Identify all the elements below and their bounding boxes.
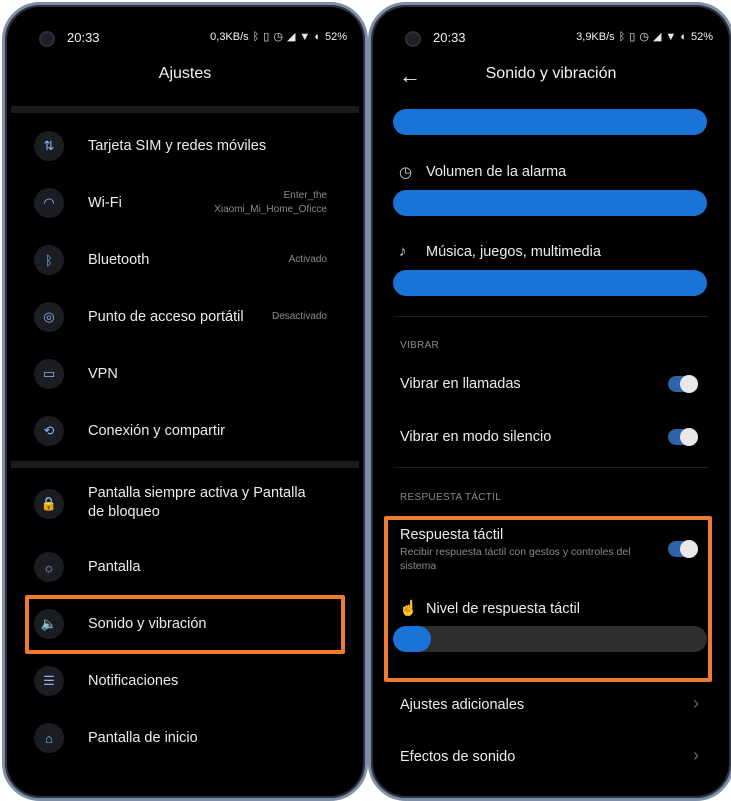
battery-percent: 52% [324,30,347,43]
network-speed: 3,9KB/s [576,30,615,43]
vibrate-silent-label: Vibrar en modo silencio [400,429,552,445]
section-divider [11,106,359,113]
ringtone-volume-slider[interactable] [393,109,707,135]
highlight-box [25,595,345,654]
sim-icon: ⇅ [34,131,64,161]
lock-icon: 🔒 [34,489,64,519]
network-speed: 0,3KB/s [210,30,249,43]
vibrate-section-header: VIBRAR [400,340,440,351]
alarm-volume-slider[interactable] [393,190,707,216]
signal-icon: ◢ [286,31,296,43]
section-divider [11,461,359,468]
settings-phone: 20:33 0,3KB/s ᛒ ▯ ◷ ◢ ▼ ◐ 52% Ajustes ⇅ T… [2,2,368,801]
front-camera [39,31,55,47]
toggle-knob [680,428,698,446]
sound-effects-item[interactable]: Efectos de sonido [400,749,515,765]
page-title: Ajustes [158,65,212,82]
notifications-icon: ☰ [34,666,64,696]
status-time: 20:33 [433,30,466,45]
wifi-icon: ◠ [34,188,64,218]
bluetooth-status-icon: ᛒ [618,30,626,43]
settings-item-label: Pantalla [88,559,141,575]
signal-icon: ◢ [652,31,662,43]
status-bar: 20:33 3,9KB/s ᛒ ▯ ◷ ◢ ▼ ◐ 52% [371,27,731,49]
additional-settings-item[interactable]: Ajustes adicionales [400,697,524,713]
separator [393,316,709,317]
battery-icon: ◐ [680,30,687,43]
settings-item-value: Desactivado [271,311,327,322]
settings-item[interactable]: ◠ Wi-Fi Enter_the Xiaomi_Mi_Home_Oficce [5,175,365,231]
vibrate-calls-toggle[interactable] [668,375,698,393]
bluetooth-icon: ᛒ [34,245,64,275]
settings-item-label: Wi-Fi [88,195,122,211]
settings-item[interactable]: ⇅ Tarjeta SIM y redes móviles [5,118,365,174]
settings-item[interactable]: ⌂ Pantalla de inicio [5,710,365,766]
toggle-knob [680,375,698,393]
settings-item[interactable]: ▭ VPN [5,346,365,402]
settings-item-label: Pantalla siempre activa y Pantalla de bl… [88,485,306,520]
chevron-right-icon: › [693,745,699,765]
settings-item-label: Pantalla de inicio [88,730,198,746]
media-volume-slider[interactable] [393,270,707,296]
settings-item[interactable]: 🔒 Pantalla siempre activa y Pantalla de b… [5,476,365,532]
settings-item[interactable]: ◎ Punto de acceso portátil Desactivado [5,289,365,345]
alarm-volume-label: Volumen de la alarma [426,164,567,180]
vibrate-calls-label: Vibrar en llamadas [400,376,521,392]
media-volume-label: Música, juegos, multimedia [426,244,601,260]
haptic-section-header: RESPUESTA TÁCTIL [400,492,502,503]
settings-item-label: Punto de acceso portátil [88,309,244,325]
settings-item[interactable]: ☼ Pantalla [5,539,365,595]
highlight-box [384,516,712,682]
wifi-status-icon: ▼ [665,30,677,43]
vibrate-status-icon: ▯ [263,31,270,43]
settings-item-label: Notificaciones [88,673,179,689]
page-title: Sonido y vibración [485,65,617,82]
settings-item-label: Tarjeta SIM y redes móviles [88,138,267,154]
sound-vibration-phone: 20:33 3,9KB/s ᛒ ▯ ◷ ◢ ▼ ◐ 52% ← Sonido y… [368,2,731,801]
settings-item-value: Enter_the Xiaomi_Mi_Home_Oficce [214,190,327,215]
alarm-status-icon: ◷ [639,31,649,43]
settings-item[interactable]: ⟲ Conexión y compartir [5,403,365,459]
battery-icon: ◐ [314,30,321,43]
music-note-icon: ♪ [399,243,407,260]
home-icon: ⌂ [34,723,64,753]
status-time: 20:33 [67,30,100,45]
vibrate-status-icon: ▯ [629,31,636,43]
chevron-right-icon: › [693,693,699,713]
brightness-icon: ☼ [34,552,64,582]
slider-fill [393,109,707,135]
vibrate-silent-toggle[interactable] [668,428,698,446]
alarm-clock-icon: ◷ [399,164,413,181]
settings-item[interactable]: ᛒ Bluetooth Activado [5,232,365,288]
settings-item-label: Conexión y compartir [88,423,225,439]
alarm-status-icon: ◷ [273,31,283,43]
settings-item-label: VPN [88,366,118,382]
slider-fill [393,270,707,296]
status-bar: 20:33 0,3KB/s ᛒ ▯ ◷ ◢ ▼ ◐ 52% [5,27,365,49]
settings-item[interactable]: ☰ Notificaciones [5,653,365,709]
vpn-icon: ▭ [34,359,64,389]
settings-item-value: Activado [288,254,327,265]
settings-item-label: Bluetooth [88,252,150,268]
slider-fill [393,190,707,216]
share-icon: ⟲ [34,416,64,446]
front-camera [405,31,421,47]
wifi-status-icon: ▼ [299,30,311,43]
separator [393,467,709,468]
battery-percent: 52% [690,30,713,43]
hotspot-icon: ◎ [34,302,64,332]
bluetooth-status-icon: ᛒ [252,30,260,43]
